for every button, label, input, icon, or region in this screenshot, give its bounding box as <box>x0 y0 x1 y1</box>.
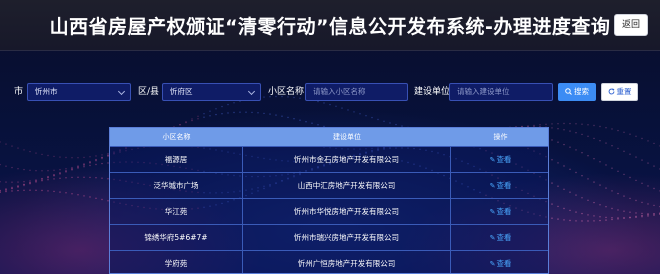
builder-label: 建设单位 <box>414 87 451 97</box>
chevron-down-icon <box>117 87 126 96</box>
city-select[interactable]: 忻州市 <box>27 83 131 101</box>
builder-input-placeholder: 请输入建设单位 <box>457 87 510 96</box>
header-bar: 山西省房屋产权颁证“清零行动”信息公开发布系统-办理进度查询 返回 <box>0 0 660 51</box>
cell-action: ✎查看 <box>451 147 548 173</box>
edit-icon: ✎ <box>489 234 496 242</box>
search-button[interactable]: 搜索 <box>558 83 596 101</box>
city-label: 市 <box>14 87 24 97</box>
view-link[interactable]: ✎查看 <box>490 233 512 242</box>
cell-community-name: 泛华城市广场 <box>110 173 243 199</box>
district-select[interactable]: 忻府区 <box>162 83 261 101</box>
results-table: 小区名称 建设单位 操作 福源居 忻州市金石房地产开发有限公司 ✎查看 泛华城市… <box>109 127 549 274</box>
table-row: 华江苑 忻州市华悦房地产开发有限公司 ✎查看 <box>110 198 548 225</box>
table-row: 锦绣华府5#6#7# 忻州市瑞兴房地产开发有限公司 ✎查看 <box>110 224 548 251</box>
search-icon <box>565 88 572 95</box>
view-link-label: 查看 <box>496 233 512 242</box>
cell-builder: 忻州市金石房地产开发有限公司 <box>243 147 451 173</box>
search-button-label: 搜索 <box>574 87 589 96</box>
cell-action: ✎查看 <box>451 225 548 251</box>
cell-action: ✎查看 <box>451 199 548 225</box>
page-title: 山西省房屋产权颁证“清零行动”信息公开发布系统-办理进度查询 <box>49 16 611 38</box>
edit-icon: ✎ <box>489 260 496 268</box>
reset-button-label: 重置 <box>616 87 632 96</box>
cell-community-name: 福源居 <box>110 147 243 173</box>
cell-community-name: 学府苑 <box>110 251 243 273</box>
view-link-label: 查看 <box>496 155 512 164</box>
column-header-action: 操作 <box>493 133 508 141</box>
view-link[interactable]: ✎查看 <box>490 207 512 216</box>
district-label: 区/县 <box>138 87 160 97</box>
cell-action: ✎查看 <box>451 173 548 199</box>
edit-icon: ✎ <box>489 182 496 190</box>
chevron-down-icon <box>247 87 256 96</box>
table-row: 学府苑 忻州广恒房地产开发有限公司 ✎查看 <box>110 250 548 273</box>
table-header: 小区名称 建设单位 操作 <box>110 128 548 146</box>
column-header-builder: 建设单位 <box>333 133 361 141</box>
community-input[interactable]: 请输入小区名称 <box>305 83 408 101</box>
view-link[interactable]: ✎查看 <box>490 181 512 190</box>
reset-button[interactable]: 重置 <box>601 83 638 101</box>
back-button[interactable]: 返回 <box>614 14 648 36</box>
view-link-label: 查看 <box>496 181 512 190</box>
table-row: 福源居 忻州市金石房地产开发有限公司 ✎查看 <box>110 146 548 173</box>
view-link-label: 查看 <box>496 207 512 216</box>
view-link[interactable]: ✎查看 <box>490 259 512 268</box>
view-link[interactable]: ✎查看 <box>490 155 512 164</box>
city-select-value: 忻州市 <box>35 87 58 96</box>
community-input-placeholder: 请输入小区名称 <box>313 87 366 96</box>
cell-community-name: 锦绣华府5#6#7# <box>110 225 243 251</box>
refresh-icon <box>608 88 614 95</box>
edit-icon: ✎ <box>489 156 496 164</box>
column-header-community: 小区名称 <box>162 133 191 141</box>
cell-builder: 山西中汇房地产开发有限公司 <box>243 173 451 199</box>
cell-builder: 忻州市华悦房地产开发有限公司 <box>243 199 451 225</box>
edit-icon: ✎ <box>489 208 496 216</box>
community-label: 小区名称 <box>268 87 305 97</box>
cell-action: ✎查看 <box>451 251 548 273</box>
district-select-value: 忻府区 <box>170 87 193 96</box>
cell-builder: 忻州市瑞兴房地产开发有限公司 <box>243 225 451 251</box>
cell-builder: 忻州广恒房地产开发有限公司 <box>243 251 451 273</box>
cell-community-name: 华江苑 <box>110 199 243 225</box>
view-link-label: 查看 <box>496 259 512 268</box>
builder-input[interactable]: 请输入建设单位 <box>449 83 553 101</box>
table-row: 泛华城市广场 山西中汇房地产开发有限公司 ✎查看 <box>110 172 548 199</box>
